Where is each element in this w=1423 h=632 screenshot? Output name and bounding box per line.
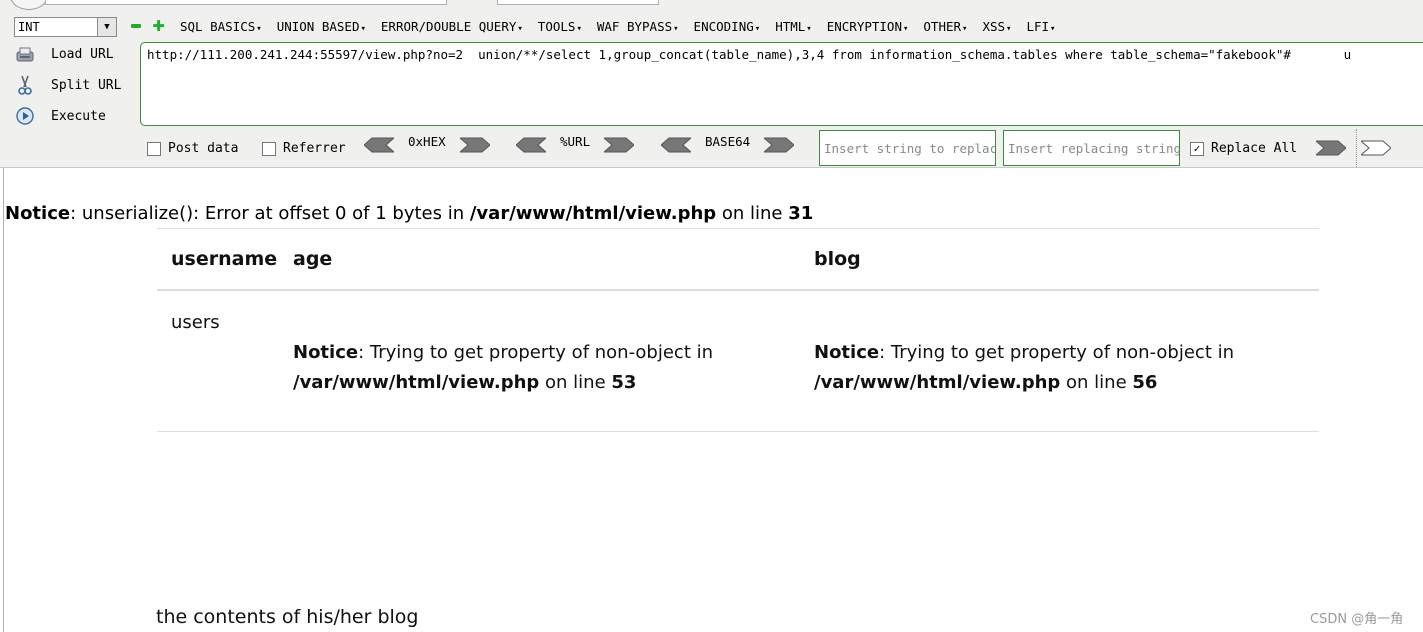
replace-string-input[interactable]: Insert string to replace [819, 130, 996, 166]
replacing-string-input[interactable]: Insert replacing string [1003, 130, 1180, 166]
notice-path: /var/www/html/view.php [469, 203, 717, 224]
top-nav-button[interactable] [10, 0, 48, 10]
header-username: username [171, 248, 278, 270]
notice-mid: on line [716, 203, 789, 224]
replace-arrow-icon[interactable] [1316, 140, 1346, 156]
age-notice-path: /var/www/html/view.php [293, 372, 540, 393]
post-data-checkbox[interactable]: Post data [147, 141, 238, 156]
split-url-button[interactable]: Split URL [14, 75, 121, 95]
base64-decode-arrow-icon[interactable] [661, 137, 691, 153]
execute-button[interactable]: Execute [14, 106, 106, 126]
load-url-button[interactable]: Load URL [14, 44, 114, 64]
age-notice-label: Notice [293, 342, 359, 363]
base64-encode-arrow-icon[interactable] [764, 137, 795, 153]
play-icon [14, 106, 36, 126]
referrer-checkbox[interactable]: Referrer [262, 141, 346, 156]
table-bottom-rule [157, 431, 1319, 432]
url-encoder: %URL [516, 133, 635, 153]
notice-label: Notice [5, 203, 71, 224]
cell-blog: Notice: Trying to get property of non-ob… [814, 338, 1234, 398]
minus-icon[interactable] [131, 24, 141, 28]
blog-notice-label: Notice [814, 342, 880, 363]
menu-waf-bypass[interactable]: WAF BYPASS [597, 19, 679, 34]
menu-other[interactable]: OTHER [923, 19, 967, 34]
hex-label: 0xHEX [408, 133, 446, 149]
injection-type-value: INT [18, 20, 40, 34]
hex-encode-arrow-icon[interactable] [459, 137, 490, 153]
table-top-rule [157, 228, 1319, 229]
menu-encryption[interactable]: ENCRYPTION [827, 19, 909, 34]
hackbar-menu: SQL BASICS UNION BASED ERROR/DOUBLE QUER… [180, 19, 1055, 34]
menu-xss[interactable]: XSS [982, 19, 1011, 34]
hackbar-toolbar: INT ▼ ✚ SQL BASICS UNION BASED ERROR/DOU… [0, 0, 1423, 168]
referrer-box[interactable] [262, 141, 276, 156]
url-text: http://111.200.241.244:55597/view.php?no… [147, 47, 1352, 62]
watermark: CSDN @角一角 [1310, 612, 1404, 627]
scissors-icon [14, 75, 36, 95]
hex-encoder: 0xHEX [364, 133, 490, 153]
chevron-down-icon[interactable]: ▼ [97, 18, 116, 36]
cell-username: users [171, 312, 220, 333]
top-address-field[interactable] [45, 0, 447, 5]
collapse-arrow-icon[interactable] [1361, 140, 1391, 156]
toolbar-separator [1356, 129, 1357, 167]
cell-age: Notice: Trying to get property of non-ob… [293, 338, 713, 398]
blog-notice-message: : Trying to get property of non-object i… [879, 342, 1235, 363]
menu-html[interactable]: HTML [775, 19, 812, 34]
url-decode-arrow-icon[interactable] [516, 137, 546, 153]
blog-contents-heading: the contents of his/her blog [156, 606, 419, 628]
replace-all-checkbox[interactable]: ✓ Replace All [1190, 141, 1297, 156]
url-textarea[interactable]: http://111.200.241.244:55597/view.php?no… [140, 42, 1423, 126]
notice-unserialize: Notice: unserialize(): Error at offset 0… [5, 203, 813, 224]
menu-encoding[interactable]: ENCODING [694, 19, 761, 34]
notice-message: : unserialize(): Error at offset 0 of 1 … [70, 203, 470, 224]
base64-label: BASE64 [705, 133, 751, 149]
menu-sql-basics[interactable]: SQL BASICS [180, 19, 262, 34]
menu-union-based[interactable]: UNION BASED [277, 19, 366, 34]
url-encode-arrow-icon[interactable] [604, 137, 635, 153]
header-age: age [293, 248, 333, 270]
urlenc-label: %URL [560, 133, 591, 149]
age-notice-line: 53 [611, 372, 637, 393]
load-url-label: Load URL [51, 46, 114, 62]
injection-type-select[interactable]: INT ▼ [14, 17, 117, 37]
top-search-field[interactable] [497, 0, 659, 5]
menu-tools[interactable]: TOOLS [538, 19, 582, 34]
execute-label: Execute [51, 108, 106, 124]
replace-all-box[interactable]: ✓ [1190, 141, 1204, 156]
header-blog: blog [814, 248, 861, 270]
blog-notice-path: /var/www/html/view.php [814, 372, 1061, 393]
split-url-label: Split URL [51, 77, 122, 93]
hex-decode-arrow-icon[interactable] [364, 137, 394, 153]
menu-error-double-query[interactable]: ERROR/DOUBLE QUERY [381, 19, 523, 34]
post-data-label: Post data [168, 141, 239, 156]
table-header-rule [157, 289, 1319, 291]
replace-all-label: Replace All [1211, 141, 1298, 156]
age-notice-message: : Trying to get property of non-object i… [358, 342, 714, 363]
options-row: Post data Referrer 0xHEX %URL BASE64 Ins… [0, 129, 1423, 167]
post-data-box[interactable] [147, 141, 161, 156]
blog-notice-mid: on line [1060, 372, 1133, 393]
base64-encoder: BASE64 [661, 133, 795, 153]
menu-lfi[interactable]: LFI [1026, 19, 1055, 34]
page-content: Notice: unserialize(): Error at offset 0… [0, 168, 1423, 632]
load-url-icon [14, 44, 36, 64]
notice-line: 31 [788, 203, 814, 224]
blog-notice-line: 56 [1132, 372, 1158, 393]
age-notice-mid: on line [539, 372, 612, 393]
referrer-label: Referrer [283, 141, 346, 156]
plus-icon[interactable]: ✚ [152, 19, 165, 34]
page-left-border [3, 168, 4, 632]
